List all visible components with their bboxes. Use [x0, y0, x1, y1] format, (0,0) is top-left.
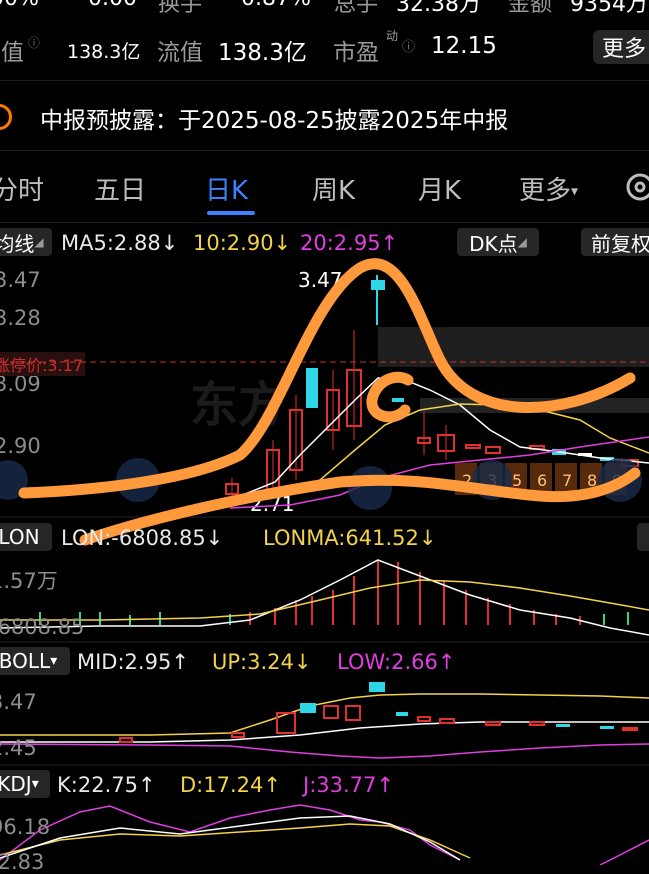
kdj-k-line: [0, 815, 461, 861]
kdj-d-line: [0, 823, 471, 859]
kdj-indicator-row: KDJ ▾ K:22.75↑ D:17.24↑ J:33.77↑: [0, 770, 649, 800]
candle: [306, 368, 318, 408]
boll-axis-bottom: 2.45: [0, 736, 37, 760]
scroll-button[interactable]: [348, 466, 392, 510]
svg-text:5: 5: [512, 471, 522, 490]
lonma-line: [0, 579, 649, 621]
boll-mid-line: [0, 721, 649, 743]
kdj-axis-top: 96.18: [0, 815, 51, 839]
hand-drawn-annotation: [18, 258, 641, 546]
kdj-d-value: D:17.24↑: [180, 773, 281, 797]
candle: [465, 444, 481, 449]
overlay-box: [378, 327, 649, 367]
lon-value: LON:-6808.85↓: [61, 526, 224, 550]
kdj-axis-bottom: -2.83: [0, 850, 45, 874]
caret-down-icon: ▾: [31, 776, 39, 792]
kdj-selector-label: KDJ: [0, 772, 32, 796]
kdj-j-line-right: [599, 839, 649, 865]
boll-selector[interactable]: BOLL ▾: [0, 647, 70, 675]
kline-chart[interactable]: 2 3 5 6 7 8 9: [0, 0, 649, 865]
boll-low-line: [0, 743, 649, 759]
candle: [392, 398, 404, 402]
svg-text:6: 6: [537, 471, 547, 490]
lon-line: [0, 559, 649, 636]
caret-down-icon: ▾: [50, 653, 58, 669]
boll-mid-value: MID:2.95↑: [77, 650, 189, 674]
lon-settings-button[interactable]: [637, 523, 649, 551]
boll-low-value: LOW:2.66↑: [337, 650, 456, 674]
lon-selector[interactable]: LON: [0, 523, 52, 551]
kdj-j-value: J:33.77↑: [303, 773, 394, 797]
candle: [371, 280, 385, 290]
kdj-selector[interactable]: KDJ ▾: [0, 770, 50, 798]
lon-indicator-row: LON LON:-6808.85↓ LONMA:641.52↓: [0, 523, 649, 553]
lon-axis-top: 1.57万: [0, 569, 58, 593]
lonma-value: LONMA:641.52↓: [263, 526, 437, 550]
boll-indicator-row: BOLL ▾ MID:2.95↑ UP:3.24↓ LOW:2.66↑: [0, 647, 649, 677]
boll-axis-top: 3.47: [0, 690, 37, 714]
svg-text:7: 7: [562, 471, 572, 490]
boll-candles: [119, 682, 638, 743]
boll-selector-label: BOLL: [0, 649, 51, 673]
kdj-k-value: K:22.75↑: [57, 773, 156, 797]
lon-axis-bottom: -6808.85: [0, 615, 85, 639]
lon-histogram: [39, 560, 629, 625]
lon-selector-label: LON: [0, 525, 40, 549]
boll-up-value: UP:3.24↓: [212, 650, 312, 674]
candle: [485, 446, 501, 454]
